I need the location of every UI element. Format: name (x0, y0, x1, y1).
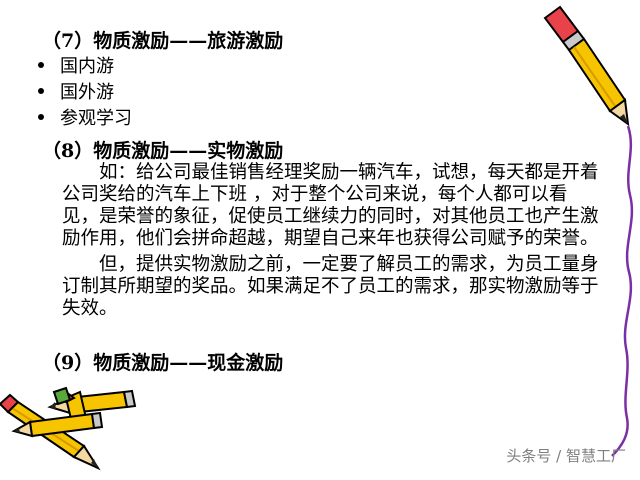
section-9-title: （9）物质激励——现金激励 (42, 352, 284, 374)
pencil-icon (543, 5, 630, 127)
watermark: 头条号 / 智慧工厂 (506, 447, 626, 465)
bullet-dot-icon (38, 88, 44, 94)
bullet-dot-icon (38, 114, 44, 120)
list-item: 国内游 (36, 52, 132, 78)
purple-wavy-line (611, 125, 634, 457)
section-8-body: 如：给公司最佳销售经理奖励一辆汽车，试想，每天都是开着公司奖给的汽车上下班 ，对… (62, 162, 602, 320)
bullet-dot-icon (38, 62, 44, 68)
list-item-label: 国内游 (60, 56, 114, 77)
section-7-list: 国内游 国外游 参观学习 (36, 52, 132, 130)
pencils-icon (0, 386, 137, 471)
paragraph: 但，提供实物激励之前，一定要了解员工的需求，为员工量身订制其所期望的奖品。如果满… (62, 254, 599, 319)
section-8-title: （8）物质激励——实物激励 (42, 140, 284, 162)
slide: （7）物质激励——旅游激励 国内游 国外游 参观学习 （8）物质激励——实物激励… (0, 0, 640, 480)
section-7-title: （7）物质激励——旅游激励 (42, 30, 284, 52)
list-item-label: 参观学习 (60, 108, 132, 129)
list-item: 国外游 (36, 78, 132, 104)
paragraph: 如：给公司最佳销售经理奖励一辆汽车，试想，每天都是开着公司奖给的汽车上下班 ，对… (62, 162, 599, 249)
list-item-label: 国外游 (60, 82, 114, 103)
list-item: 参观学习 (36, 104, 132, 130)
